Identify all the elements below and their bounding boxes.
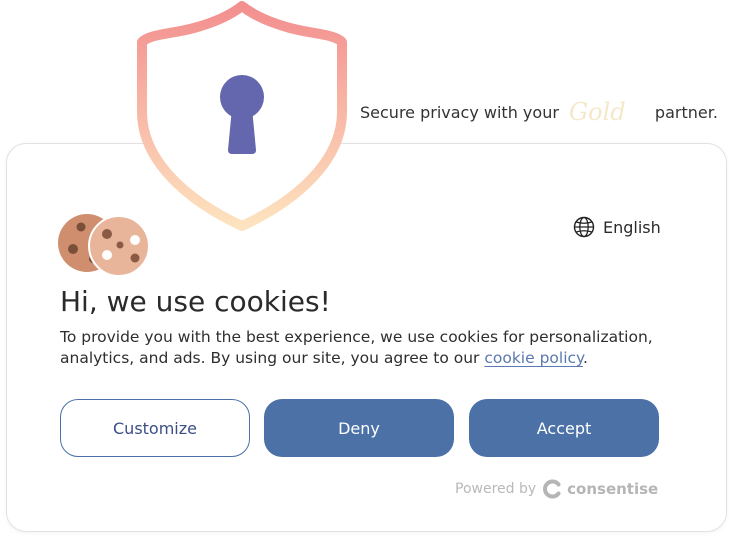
customize-button[interactable]: Customize: [60, 399, 250, 457]
accept-button[interactable]: Accept: [469, 399, 659, 457]
page: Secure privacy with your Gold partner. E…: [0, 0, 733, 538]
cookie-icon: [58, 214, 150, 277]
tagline-text-before: Secure privacy with your: [360, 102, 559, 122]
shield-lock-icon: [137, 1, 347, 231]
gold-script-word: Gold: [569, 98, 626, 126]
globe-icon: [573, 216, 595, 238]
language-selector[interactable]: English: [573, 216, 661, 238]
description-end: .: [583, 349, 588, 367]
banner-description: To provide you with the best experience,…: [60, 327, 670, 369]
consentise-brand: consentise: [543, 479, 658, 499]
svg-text:Gold: Gold: [569, 98, 626, 126]
powered-by[interactable]: Powered by consentise: [455, 479, 658, 499]
consentise-logo-icon: [543, 479, 561, 499]
tagline: Secure privacy with your Gold partner.: [360, 98, 718, 126]
brand-name: consentise: [567, 480, 659, 498]
tagline-text-after: partner.: [654, 102, 718, 122]
cookie-policy-link[interactable]: cookie policy: [484, 349, 583, 367]
banner-title: Hi, we use cookies!: [60, 285, 331, 318]
powered-by-label: Powered by: [455, 481, 537, 497]
deny-button[interactable]: Deny: [264, 399, 454, 457]
language-label: English: [603, 217, 661, 237]
